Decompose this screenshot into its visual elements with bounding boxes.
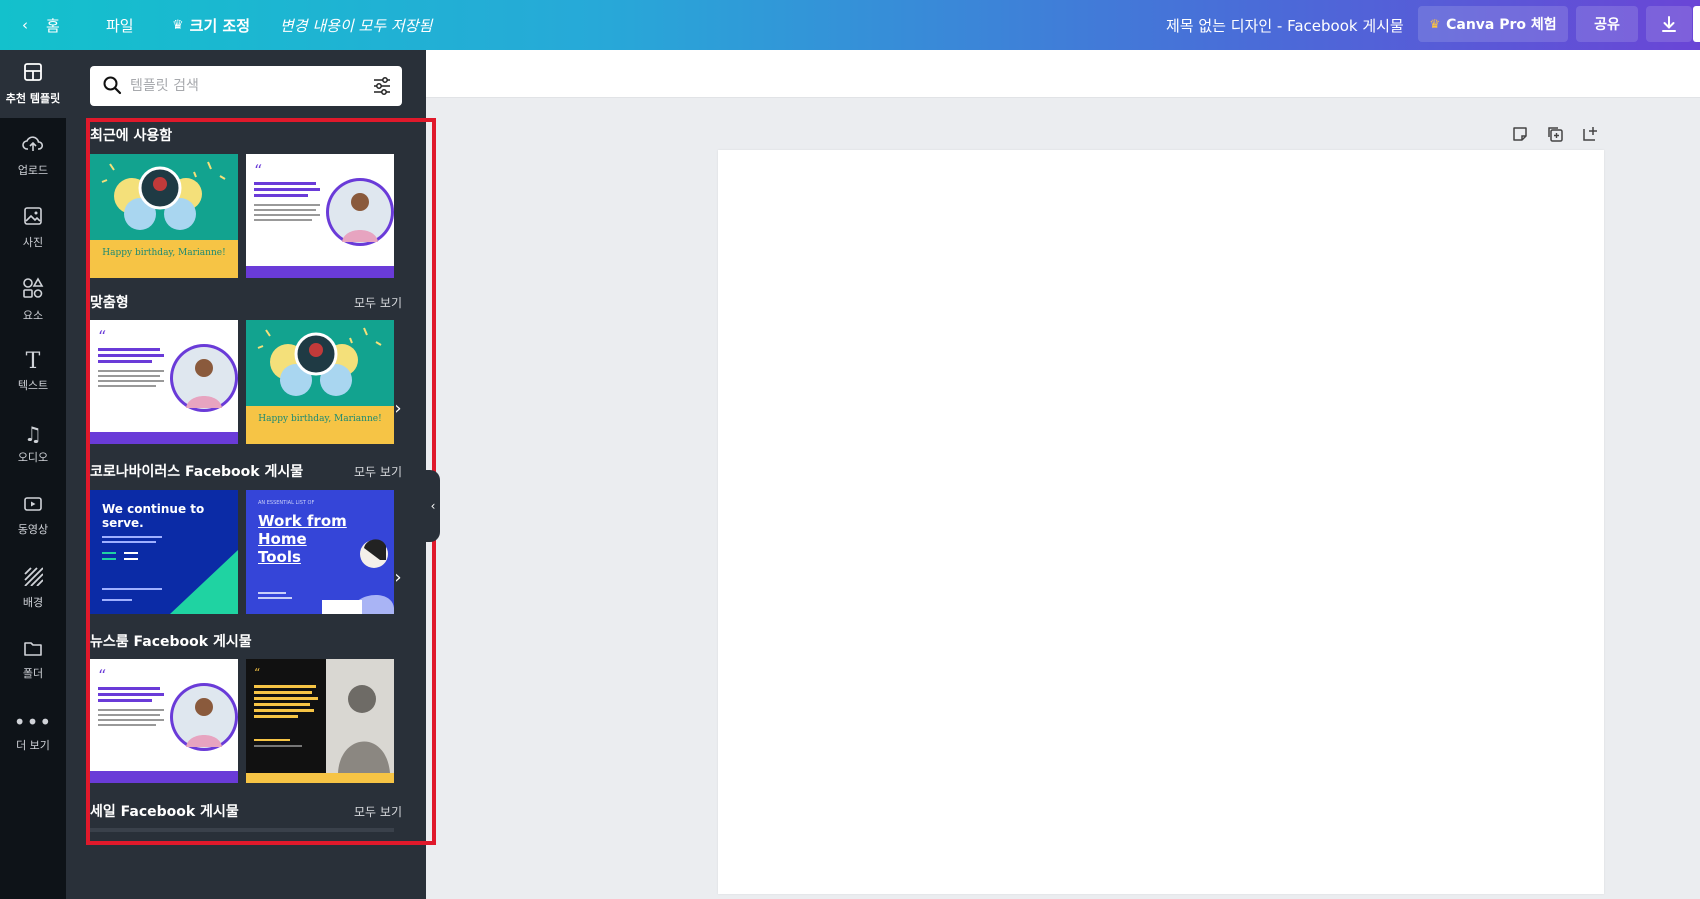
filter-sliders-icon[interactable] bbox=[372, 76, 392, 96]
template-thumbnail[interactable]: Happy birthday, Marianne! bbox=[90, 154, 238, 278]
rail-item-templates[interactable]: 추천 템플릿 bbox=[0, 50, 66, 118]
rail-item-label: 동영상 bbox=[17, 523, 49, 536]
crown-icon: ♛ bbox=[172, 17, 184, 33]
svg-text:“: “ bbox=[98, 327, 106, 346]
rail-item-upload[interactable]: 업로드 bbox=[0, 122, 66, 190]
shapes-icon bbox=[22, 277, 44, 303]
rail-item-label: 오디오 bbox=[17, 451, 49, 464]
rail-item-label: 사진 bbox=[22, 236, 44, 249]
left-rail: 추천 템플릿 업로드 사진 요소 T 텍스트 ♫ 오디오 동영상 배경 폴더 •… bbox=[0, 50, 66, 899]
search-icon bbox=[102, 75, 122, 100]
work-from-home-text: Work from Home Tools bbox=[258, 512, 347, 566]
template-grid-icon bbox=[23, 62, 43, 86]
photo-icon bbox=[23, 206, 43, 230]
rail-item-label: 폴더 bbox=[22, 667, 44, 680]
pro-label: Canva Pro 체험 bbox=[1446, 17, 1557, 33]
rail-item-label: 배경 bbox=[22, 596, 44, 609]
resize-label: 크기 조정 bbox=[189, 16, 251, 35]
chevron-right-icon[interactable]: › bbox=[388, 562, 408, 592]
template-thumbnail[interactable]: We continue to serve. bbox=[90, 490, 238, 614]
see-all-link[interactable]: 모두 보기 bbox=[354, 463, 402, 480]
rail-item-label: 추천 템플릿 bbox=[5, 92, 61, 105]
file-menu-button[interactable]: 파일 bbox=[106, 0, 134, 50]
top-toolbar: ‹ 홈 파일 ♛ 크기 조정 변경 내용이 모두 저장됨 제목 없는 디자인 -… bbox=[0, 0, 1700, 50]
design-title[interactable]: 제목 없는 디자인 - Facebook 게시물 bbox=[1166, 0, 1404, 50]
template-thumbnail[interactable]: “ bbox=[90, 320, 238, 444]
rail-item-video[interactable]: 동영상 bbox=[0, 482, 66, 550]
more-dots-icon: ••• bbox=[13, 710, 53, 734]
template-thumbnail[interactable]: “ bbox=[246, 154, 394, 278]
rail-item-label: 업로드 bbox=[17, 164, 49, 177]
rail-item-photos[interactable]: 사진 bbox=[0, 194, 66, 262]
collapse-panel-handle[interactable]: ‹ bbox=[426, 470, 440, 542]
section-title-sale: 세일 Facebook 게시물 bbox=[90, 804, 239, 820]
add-page-icon[interactable] bbox=[1578, 122, 1602, 146]
share-button[interactable]: 공유 bbox=[1576, 6, 1638, 42]
save-status: 변경 내용이 모두 저장됨 bbox=[280, 16, 433, 35]
rail-item-more[interactable]: ••• 더 보기 bbox=[0, 698, 66, 766]
note-icon[interactable] bbox=[1508, 122, 1532, 146]
section-title-newsroom: 뉴스룸 Facebook 게시물 bbox=[90, 634, 252, 650]
resize-button[interactable]: ♛ 크기 조정 bbox=[172, 0, 250, 50]
template-thumbnail[interactable]: “ bbox=[90, 659, 238, 783]
rail-item-audio[interactable]: ♫ 오디오 bbox=[0, 410, 66, 478]
svg-text:“: “ bbox=[254, 161, 262, 180]
home-button[interactable]: 홈 bbox=[46, 0, 60, 50]
section-title-coronavirus: 코로나바이러스 Facebook 게시물 bbox=[90, 464, 304, 480]
section-title-recent: 최근에 사용함 bbox=[90, 128, 173, 144]
search-input[interactable] bbox=[130, 73, 350, 99]
essential-list-text: AN ESSENTIAL LIST OF bbox=[258, 500, 315, 506]
rail-item-label: 더 보기 bbox=[16, 739, 50, 752]
see-all-link[interactable]: 모두 보기 bbox=[354, 294, 402, 311]
rail-item-label: 요소 bbox=[22, 309, 44, 322]
template-thumbnail[interactable]: Happy birthday, Marianne! bbox=[246, 320, 394, 444]
birthday-text: Happy birthday, Marianne! bbox=[258, 414, 382, 424]
chevron-left-icon[interactable]: ‹ bbox=[12, 0, 38, 50]
download-icon[interactable] bbox=[1646, 6, 1692, 42]
text-icon: T bbox=[25, 349, 41, 374]
folder-icon bbox=[23, 639, 43, 661]
rail-item-folder[interactable]: 폴더 bbox=[0, 626, 66, 694]
next-row-edge bbox=[90, 828, 394, 832]
birthday-text: Happy birthday, Marianne! bbox=[102, 248, 226, 258]
template-panel: 최근에 사용함 Happy birthday, Marianne! “ 맞춤형 … bbox=[66, 50, 426, 899]
editor-toolbar-strip bbox=[426, 50, 1700, 98]
music-note-icon: ♫ bbox=[24, 422, 42, 446]
rail-item-elements[interactable]: 요소 bbox=[0, 266, 66, 334]
video-icon bbox=[23, 495, 43, 517]
corona-headline-text: We continue to serve. bbox=[102, 502, 205, 530]
section-title-custom: 맞춤형 bbox=[90, 295, 129, 311]
template-thumbnail[interactable]: “ bbox=[246, 659, 394, 783]
rail-item-background[interactable]: 배경 bbox=[0, 554, 66, 622]
upload-cloud-icon bbox=[22, 134, 44, 158]
chevron-left-icon: ‹ bbox=[430, 499, 436, 513]
rail-item-label: 텍스트 bbox=[17, 379, 49, 392]
background-hatch-icon bbox=[23, 566, 44, 590]
template-search[interactable] bbox=[90, 66, 402, 106]
svg-text:“: “ bbox=[254, 666, 260, 680]
template-thumbnail[interactable]: AN ESSENTIAL LIST OF Work from Home Tool… bbox=[246, 490, 394, 614]
chevron-right-icon[interactable]: › bbox=[388, 393, 408, 423]
svg-text:“: “ bbox=[98, 666, 106, 685]
rail-item-text[interactable]: T 텍스트 bbox=[0, 338, 66, 406]
canva-pro-trial-button[interactable]: ♛ Canva Pro 체험 bbox=[1418, 6, 1568, 42]
design-page-canvas[interactable] bbox=[718, 150, 1604, 894]
see-all-link[interactable]: 모두 보기 bbox=[354, 803, 402, 820]
duplicate-page-icon[interactable] bbox=[1543, 122, 1567, 146]
crown-icon: ♛ bbox=[1429, 17, 1441, 31]
menu-button-edge[interactable] bbox=[1693, 6, 1700, 42]
